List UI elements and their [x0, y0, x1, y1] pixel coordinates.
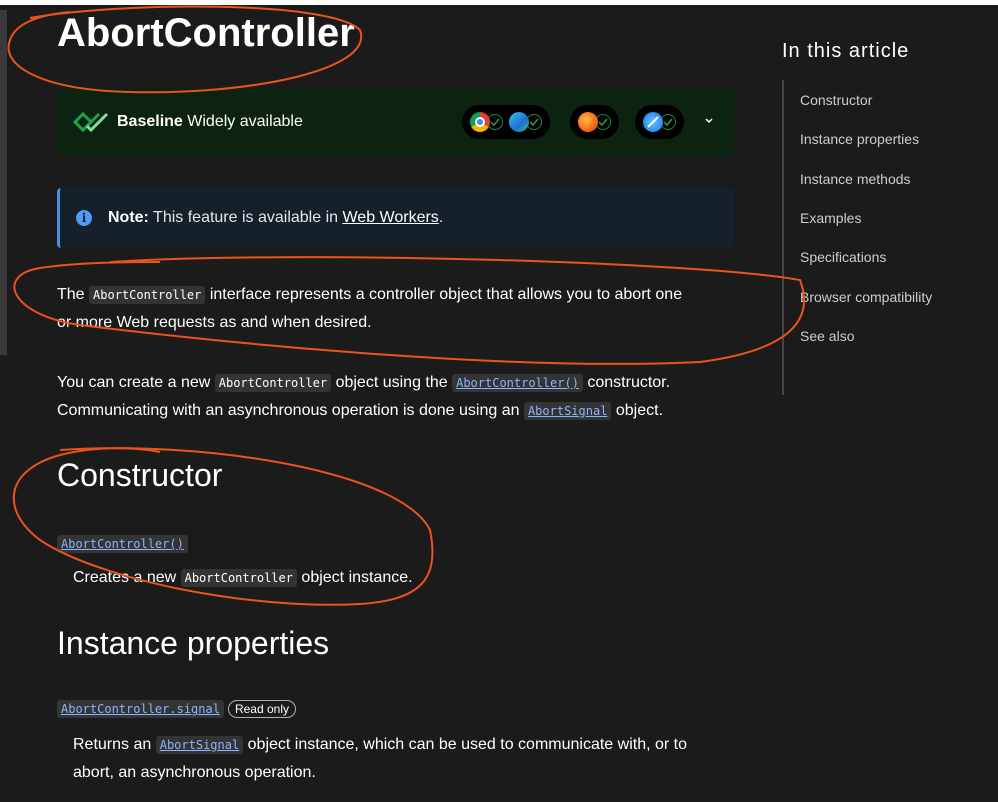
top-strip: [0, 0, 998, 5]
toc-title: In this article: [782, 40, 910, 62]
toc-item-instance-properties[interactable]: Instance properties: [800, 131, 919, 147]
abortcontroller-constructor-link[interactable]: AbortController(): [57, 535, 188, 553]
code-abortcontroller: AbortController: [214, 374, 332, 392]
signal-term: AbortController.signal Read only: [57, 700, 296, 719]
constructor-heading: Constructor: [57, 457, 223, 493]
toc-item-examples[interactable]: Examples: [800, 210, 861, 226]
baseline-label-bold: Baseline: [117, 113, 183, 130]
toc-item-see-also[interactable]: See also: [800, 328, 854, 344]
text: constructor.: [582, 374, 671, 391]
baseline-banner: Baseline Widely available: [57, 88, 734, 156]
note-callout: i Note: This feature is available in Web…: [57, 188, 734, 248]
constructor-description: Creates a new AbortController object ins…: [73, 564, 413, 592]
usage-paragraph: You can create a new AbortController obj…: [57, 369, 670, 425]
note-prefix: Note:: [108, 209, 149, 226]
abortsignal-link[interactable]: AbortSignal: [155, 736, 244, 754]
info-icon: i: [76, 210, 92, 226]
firefox-icon: [578, 112, 598, 132]
chevron-down-icon[interactable]: [702, 114, 716, 128]
toc-item-browser-compatibility[interactable]: Browser compatibility: [800, 289, 932, 305]
page-title: AbortController: [57, 11, 355, 55]
note-body: This feature is available in: [148, 209, 343, 226]
text: Creates a new: [73, 569, 181, 586]
firefox-browser[interactable]: [570, 105, 619, 139]
text: object instance, which can be used to co…: [243, 736, 687, 753]
text: object using the: [331, 374, 453, 391]
note-suffix: .: [438, 209, 444, 226]
text: object instance.: [296, 569, 413, 586]
text: or more Web requests as and when desired…: [57, 314, 372, 331]
text: interface represents a controller object…: [205, 286, 683, 303]
read-only-badge: Read only: [227, 700, 296, 718]
baseline-label: Baseline Widely available: [117, 113, 303, 131]
text: The: [57, 286, 90, 303]
safari-icon: [643, 112, 663, 132]
text: You can create a new: [57, 374, 215, 391]
signal-description: Returns an AbortSignal object instance, …: [73, 731, 687, 787]
constructor-term: AbortController(): [57, 535, 188, 553]
note-text: Note: This feature is available in Web W…: [108, 209, 443, 227]
abortcontroller-signal-link[interactable]: AbortController.signal: [57, 700, 224, 719]
toc-list: Constructor Instance properties Instance…: [782, 80, 982, 395]
table-of-contents: In this article Constructor Instance pro…: [782, 40, 932, 395]
abortsignal-link[interactable]: AbortSignal: [523, 402, 612, 420]
toc-item-constructor[interactable]: Constructor: [800, 92, 872, 108]
toc-item-instance-methods[interactable]: Instance methods: [800, 171, 911, 187]
text: abort, an asynchronous operation.: [73, 764, 316, 781]
chrome-icon: [470, 112, 490, 132]
instance-properties-heading: Instance properties: [57, 625, 330, 661]
intro-paragraph: The AbortController interface represents…: [57, 281, 682, 337]
baseline-check-icon: [73, 111, 109, 133]
toc-item-specifications[interactable]: Specifications: [800, 249, 886, 265]
web-workers-link[interactable]: Web Workers: [342, 209, 438, 226]
code-abortcontroller: AbortController: [180, 569, 297, 587]
baseline-label-rest: Widely available: [182, 113, 303, 130]
code-abortcontroller: AbortController: [89, 286, 206, 304]
abortcontroller-constructor-link[interactable]: AbortController(): [452, 374, 583, 392]
text: Returns an: [73, 736, 156, 753]
left-scroll-bar[interactable]: [0, 10, 7, 355]
text: object.: [611, 402, 664, 419]
chromium-browsers[interactable]: [462, 105, 550, 139]
text: Communicating with an asynchronous opera…: [57, 402, 524, 419]
edge-icon: [509, 112, 529, 132]
safari-browser[interactable]: [635, 105, 684, 139]
